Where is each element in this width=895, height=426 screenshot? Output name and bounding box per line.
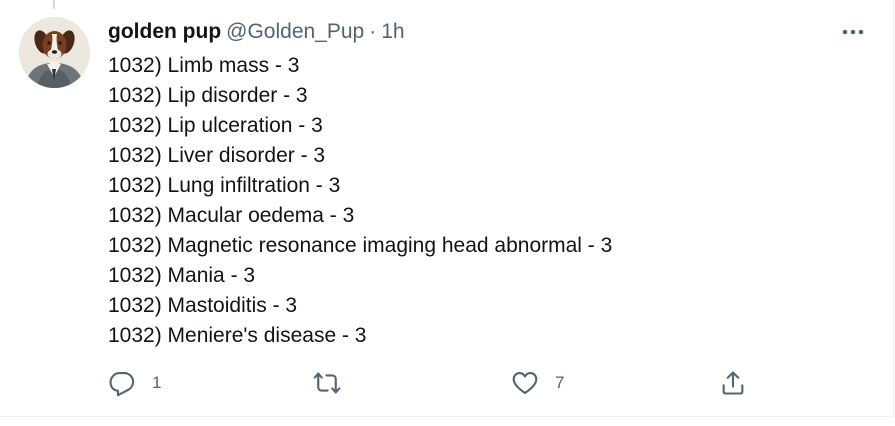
tweet[interactable]: golden pup @Golden_Pup · 1h 1032) Limb m… [0,0,894,417]
reply-icon [109,372,135,397]
reply-count: 1 [152,373,162,392]
heart-icon [512,372,538,395]
like-button[interactable]: 7 [511,369,564,397]
tweet-text-line: 1032) Magnetic resonance imaging head ab… [108,234,613,257]
tweet-text-line: 1032) Lip ulceration - 3 [108,114,323,137]
tweet-actions-bar: 1 7 [0,369,895,397]
tweet-text: 1032) Limb mass - 3 1032) Lip disorder -… [108,51,612,351]
tweet-text-line: 1032) Mania - 3 [108,264,256,287]
reply-button[interactable]: 1 [108,369,161,397]
header-separator: · [369,20,377,43]
tweet-text-line: 1032) Macular oedema - 3 [108,204,355,227]
author-handle[interactable]: @Golden_Pup [226,20,364,44]
author-display-name[interactable]: golden pup [108,20,221,44]
more-options-button[interactable] [838,22,868,42]
tweet-text-line: 1032) Meniere's disease - 3 [108,324,367,347]
tweet-header: golden pup @Golden_Pup · 1h [108,19,405,45]
tweet-text-line: 1032) Lung infiltration - 3 [108,174,341,197]
tweet-text-line: 1032) Mastoiditis - 3 [108,294,298,317]
tweet-text-line: 1032) Liver disorder - 3 [108,144,326,167]
tweet-text-line: 1032) Lip disorder - 3 [108,84,308,107]
avatar[interactable] [19,17,90,88]
tweet-timestamp[interactable]: 1h [381,20,404,44]
retweet-button[interactable] [313,369,357,397]
more-icon [842,29,864,35]
share-button[interactable] [719,369,747,397]
retweet-icon [313,372,341,394]
tweet-text-line: 1032) Limb mass - 3 [108,54,300,77]
share-icon [722,371,744,395]
avatar-dog-portrait [19,17,90,88]
like-count: 7 [555,373,565,392]
